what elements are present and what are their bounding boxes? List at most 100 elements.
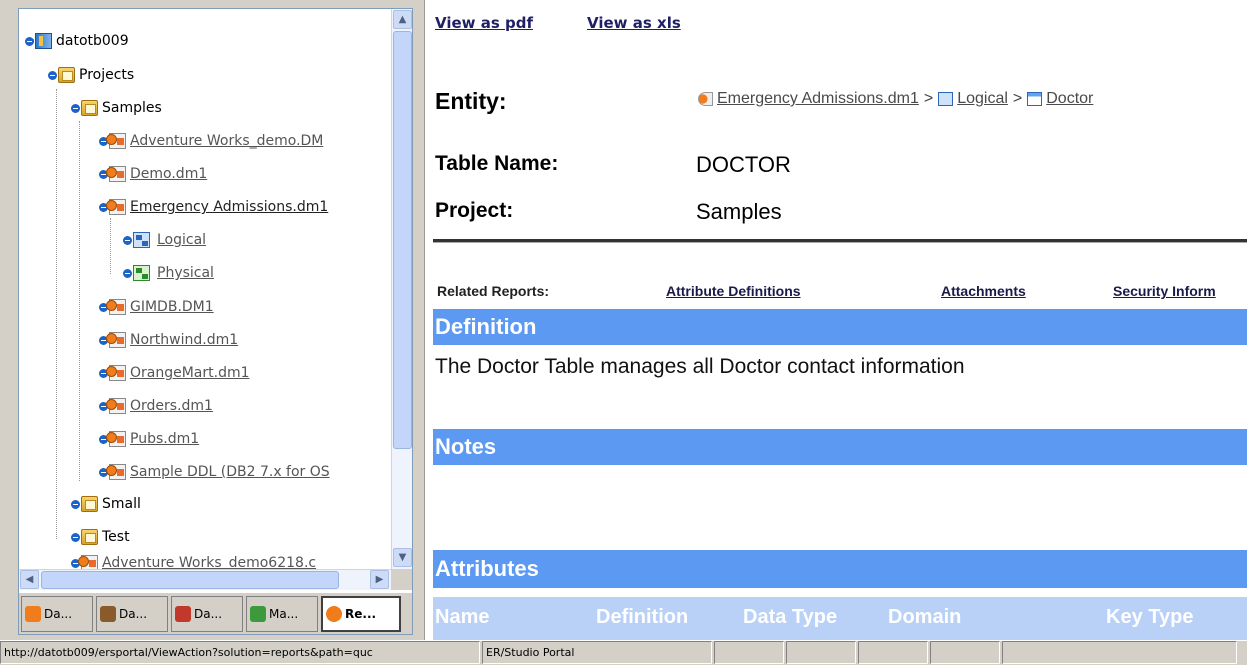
expand-icon[interactable] — [123, 235, 132, 245]
tree-horizontal-scrollbar[interactable]: ◀ ▶ — [19, 569, 391, 590]
tab-data-model[interactable]: Da... — [171, 595, 243, 632]
tree-node-test[interactable]: Test — [71, 523, 130, 551]
database-icon — [35, 33, 52, 49]
column-header-data-type: Data Type — [743, 606, 838, 628]
tree-node-label: Test — [102, 529, 130, 545]
tab-repository[interactable]: Re... — [321, 595, 401, 632]
tree-node-label[interactable]: Physical — [157, 265, 214, 281]
tree-node-label: Samples — [102, 100, 162, 116]
attachments-link[interactable]: Attachments — [941, 283, 1026, 299]
expand-icon[interactable] — [71, 499, 80, 509]
tree-node-label[interactable]: GIMDB.DM1 — [130, 299, 214, 315]
breadcrumb-entity-link[interactable]: Doctor — [1046, 90, 1093, 108]
tree-node-label[interactable]: OrangeMart.dm1 — [130, 365, 250, 381]
status-panel — [1002, 641, 1237, 664]
model-file-icon — [106, 166, 126, 182]
tree-node-label[interactable]: Logical — [157, 232, 206, 248]
collapse-icon[interactable] — [71, 103, 80, 113]
model-file-icon — [106, 133, 126, 149]
collapse-icon[interactable] — [48, 70, 57, 80]
tree-node-label[interactable]: Adventure Works_demo.DM — [130, 133, 323, 149]
table-icon — [1027, 92, 1043, 106]
tree-node-small[interactable]: Small — [71, 490, 141, 518]
tree-node-label[interactable]: Northwind.dm1 — [130, 332, 238, 348]
tree-node-model[interactable]: GIMDB.DM1 — [99, 293, 214, 321]
table-name-label: Table Name: — [435, 152, 559, 175]
scroll-thumb[interactable] — [393, 31, 412, 449]
tree-node-projects[interactable]: Projects — [48, 61, 134, 89]
folder-icon — [81, 529, 98, 545]
tree-node-model[interactable]: Sample DDL (DB2 7.x for OS — [99, 458, 330, 486]
tree-node-model[interactable]: Orders.dm1 — [99, 392, 213, 420]
tree-node-model-selected[interactable]: Emergency Admissions.dm1 — [99, 193, 328, 221]
repository-tree-panel: datotb009 Projects Samples Adventure Wor… — [18, 8, 413, 635]
model-file-icon — [106, 398, 126, 414]
tab-label: Ma... — [269, 606, 299, 621]
scroll-thumb[interactable] — [41, 571, 339, 589]
tree-node-label[interactable]: Emergency Admissions.dm1 — [130, 199, 328, 215]
scrollbar-corner — [391, 569, 412, 590]
tab-icon — [175, 605, 191, 622]
breadcrumb-logical-link[interactable]: Logical — [957, 90, 1008, 108]
tree-node-model[interactable]: Northwind.dm1 — [99, 326, 238, 354]
tree-node-model[interactable]: Adventure Works_demo.DM — [99, 127, 323, 155]
view-as-pdf-link[interactable]: View as pdf — [435, 14, 533, 32]
tab-icon — [25, 605, 41, 622]
collapse-icon[interactable] — [25, 36, 34, 46]
scroll-left-icon[interactable]: ◀ — [20, 570, 39, 589]
tree-node-label: datotb009 — [56, 33, 129, 49]
tree-node-physical[interactable]: Physical — [123, 259, 214, 287]
tree-node-label[interactable]: Sample DDL (DB2 7.x for OS — [130, 464, 330, 480]
breadcrumb-separator: > — [923, 90, 934, 107]
model-file-icon — [78, 555, 98, 569]
tree-node-label[interactable]: Demo.dm1 — [130, 166, 207, 182]
tree-node-label[interactable]: Adventure Works_demo6218.c — [102, 555, 316, 569]
logical-model-icon — [133, 232, 150, 248]
report-content-pane: View as pdf View as xls Entity: Emergenc… — [424, 0, 1247, 640]
tab-data-lineage[interactable]: Da... — [96, 595, 168, 632]
tree-node-label[interactable]: Pubs.dm1 — [130, 431, 199, 447]
column-header-name: Name — [435, 606, 490, 628]
scroll-right-icon[interactable]: ▶ — [370, 570, 389, 589]
tree-node-model[interactable]: Adventure Works_demo6218.c — [71, 549, 316, 569]
folder-icon — [81, 100, 98, 116]
header-divider — [433, 239, 1247, 243]
folder-icon — [58, 67, 75, 83]
breadcrumb: Emergency Admissions.dm1 > Logical > Doc… — [698, 90, 1093, 108]
scroll-up-icon[interactable]: ▲ — [393, 10, 412, 29]
view-as-xls-link[interactable]: View as xls — [587, 14, 681, 32]
tree-guide — [56, 89, 57, 539]
status-app-name: ER/Studio Portal — [482, 641, 712, 664]
status-panel — [858, 641, 928, 664]
model-file-icon — [698, 92, 713, 106]
tree-node-model[interactable]: OrangeMart.dm1 — [99, 359, 250, 387]
tab-label: Da... — [44, 606, 73, 621]
expand-icon[interactable] — [123, 268, 132, 278]
tab-data-dictionary[interactable]: Da... — [21, 595, 93, 632]
attribute-definitions-link[interactable]: Attribute Definitions — [666, 283, 801, 299]
attributes-table-header: Name Definition Data Type Domain Key Typ… — [433, 597, 1247, 640]
tree-node-samples[interactable]: Samples — [71, 94, 162, 122]
tab-macros[interactable]: Ma... — [246, 595, 318, 632]
project-label: Project: — [435, 199, 514, 222]
tree-node-server[interactable]: datotb009 — [25, 27, 129, 55]
tree-node-logical[interactable]: Logical — [123, 226, 206, 254]
security-information-link[interactable]: Security Inform — [1113, 283, 1216, 299]
column-header-key-type: Key Type — [1106, 606, 1194, 628]
tab-icon — [326, 605, 342, 622]
physical-model-icon — [133, 265, 150, 281]
app-window: datotb009 Projects Samples Adventure Wor… — [0, 0, 1247, 665]
scroll-down-icon[interactable]: ▼ — [393, 548, 412, 567]
tree-vertical-scrollbar[interactable]: ▲ ▼ — [391, 9, 412, 569]
breadcrumb-model-link[interactable]: Emergency Admissions.dm1 — [717, 90, 919, 108]
tree-node-model[interactable]: Demo.dm1 — [99, 160, 207, 188]
notes-section-header: Notes — [433, 429, 1247, 465]
status-panel — [714, 641, 784, 664]
attributes-section-header: Attributes — [433, 550, 1247, 588]
status-panel — [930, 641, 1000, 664]
tree-node-model[interactable]: Pubs.dm1 — [99, 425, 199, 453]
expand-icon[interactable] — [71, 532, 80, 542]
tree-node-label[interactable]: Orders.dm1 — [130, 398, 213, 414]
status-panel — [786, 641, 856, 664]
model-file-icon — [106, 464, 126, 480]
